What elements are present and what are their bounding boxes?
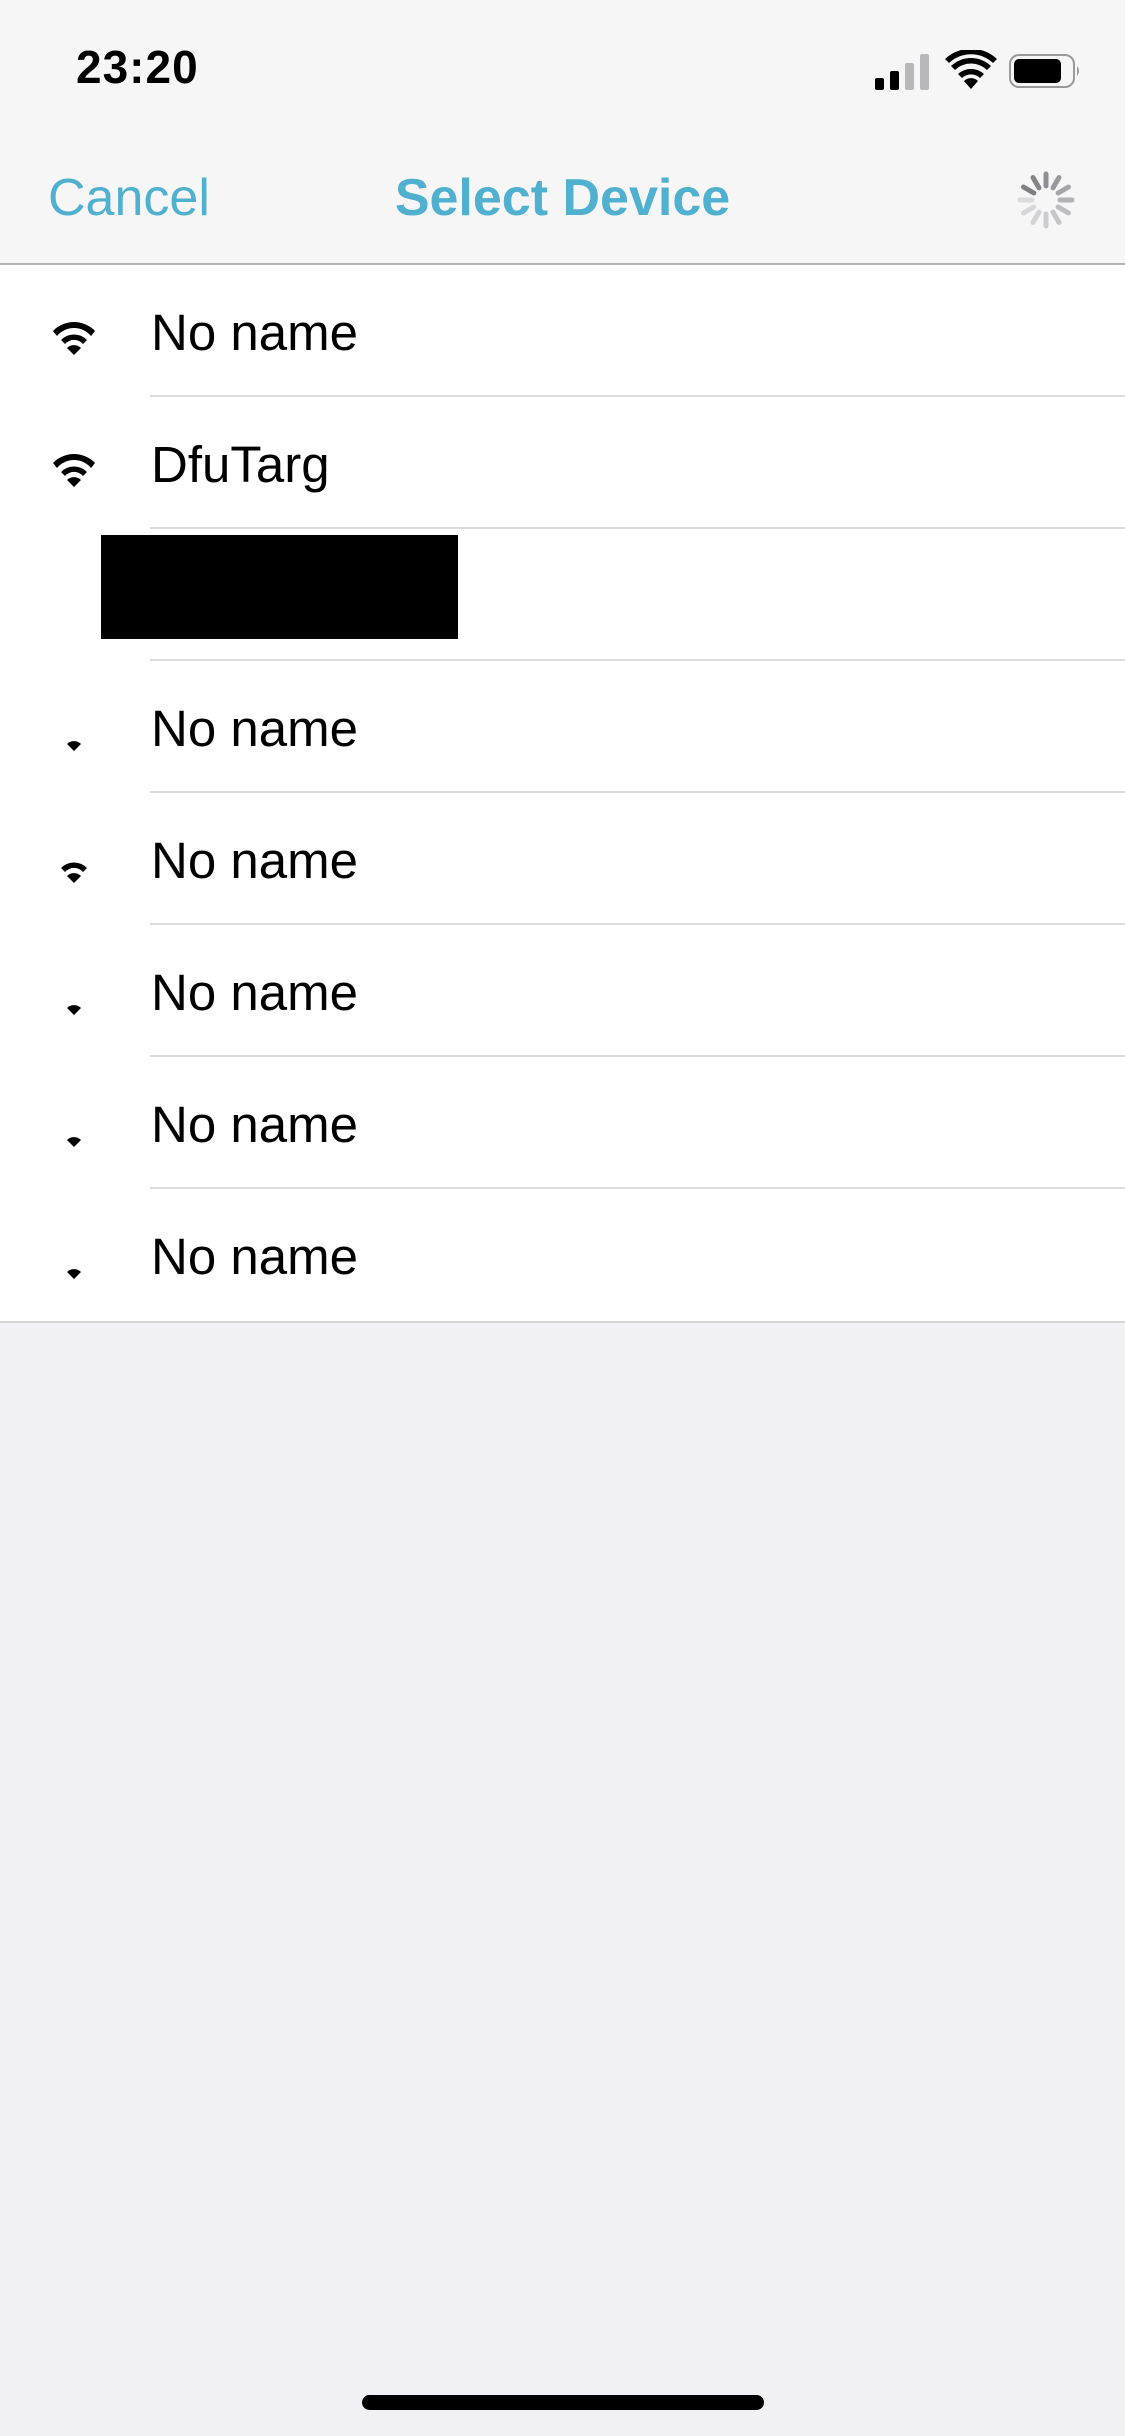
- screen: 23:20 Cancel Select Device No name DfuTa…: [0, 0, 1125, 2436]
- signal-strength-icon: [67, 1137, 81, 1147]
- device-list: No name DfuTarg No name No name No name No na…: [0, 265, 1125, 1323]
- device-row[interactable]: No name: [0, 265, 1125, 397]
- battery-icon: [1009, 54, 1079, 88]
- device-row[interactable]: [0, 529, 1125, 661]
- device-row[interactable]: No name: [0, 793, 1125, 925]
- wifi-icon: [945, 50, 997, 89]
- signal-strength-icon: [53, 454, 95, 487]
- device-row[interactable]: DfuTarg: [0, 397, 1125, 529]
- device-name: No name: [151, 304, 358, 361]
- device-row[interactable]: No name: [0, 661, 1125, 793]
- device-name: No name: [151, 1228, 358, 1285]
- device-name: No name: [151, 832, 358, 889]
- device-row[interactable]: No name: [0, 1189, 1125, 1321]
- signal-strength-icon: [67, 1005, 81, 1015]
- navigation-bar: Cancel Select Device: [0, 134, 1125, 265]
- signal-strength-icon: [67, 1269, 81, 1279]
- cellular-signal-icon: [875, 54, 929, 90]
- redacted-block: [101, 535, 458, 639]
- signal-strength-icon: [61, 862, 87, 883]
- device-row[interactable]: No name: [0, 925, 1125, 1057]
- signal-strength-icon: [67, 741, 81, 751]
- device-name: No name: [151, 1096, 358, 1153]
- device-name: DfuTarg: [151, 436, 330, 493]
- loading-spinner-icon: [1017, 171, 1075, 229]
- device-name: No name: [151, 700, 358, 757]
- home-indicator[interactable]: [362, 2395, 764, 2410]
- status-bar: 23:20: [0, 0, 1125, 134]
- page-title: Select Device: [394, 169, 731, 227]
- status-time: 23:20: [76, 41, 199, 93]
- signal-strength-icon: [53, 322, 95, 355]
- device-row[interactable]: No name: [0, 1057, 1125, 1189]
- device-name: No name: [151, 964, 358, 1021]
